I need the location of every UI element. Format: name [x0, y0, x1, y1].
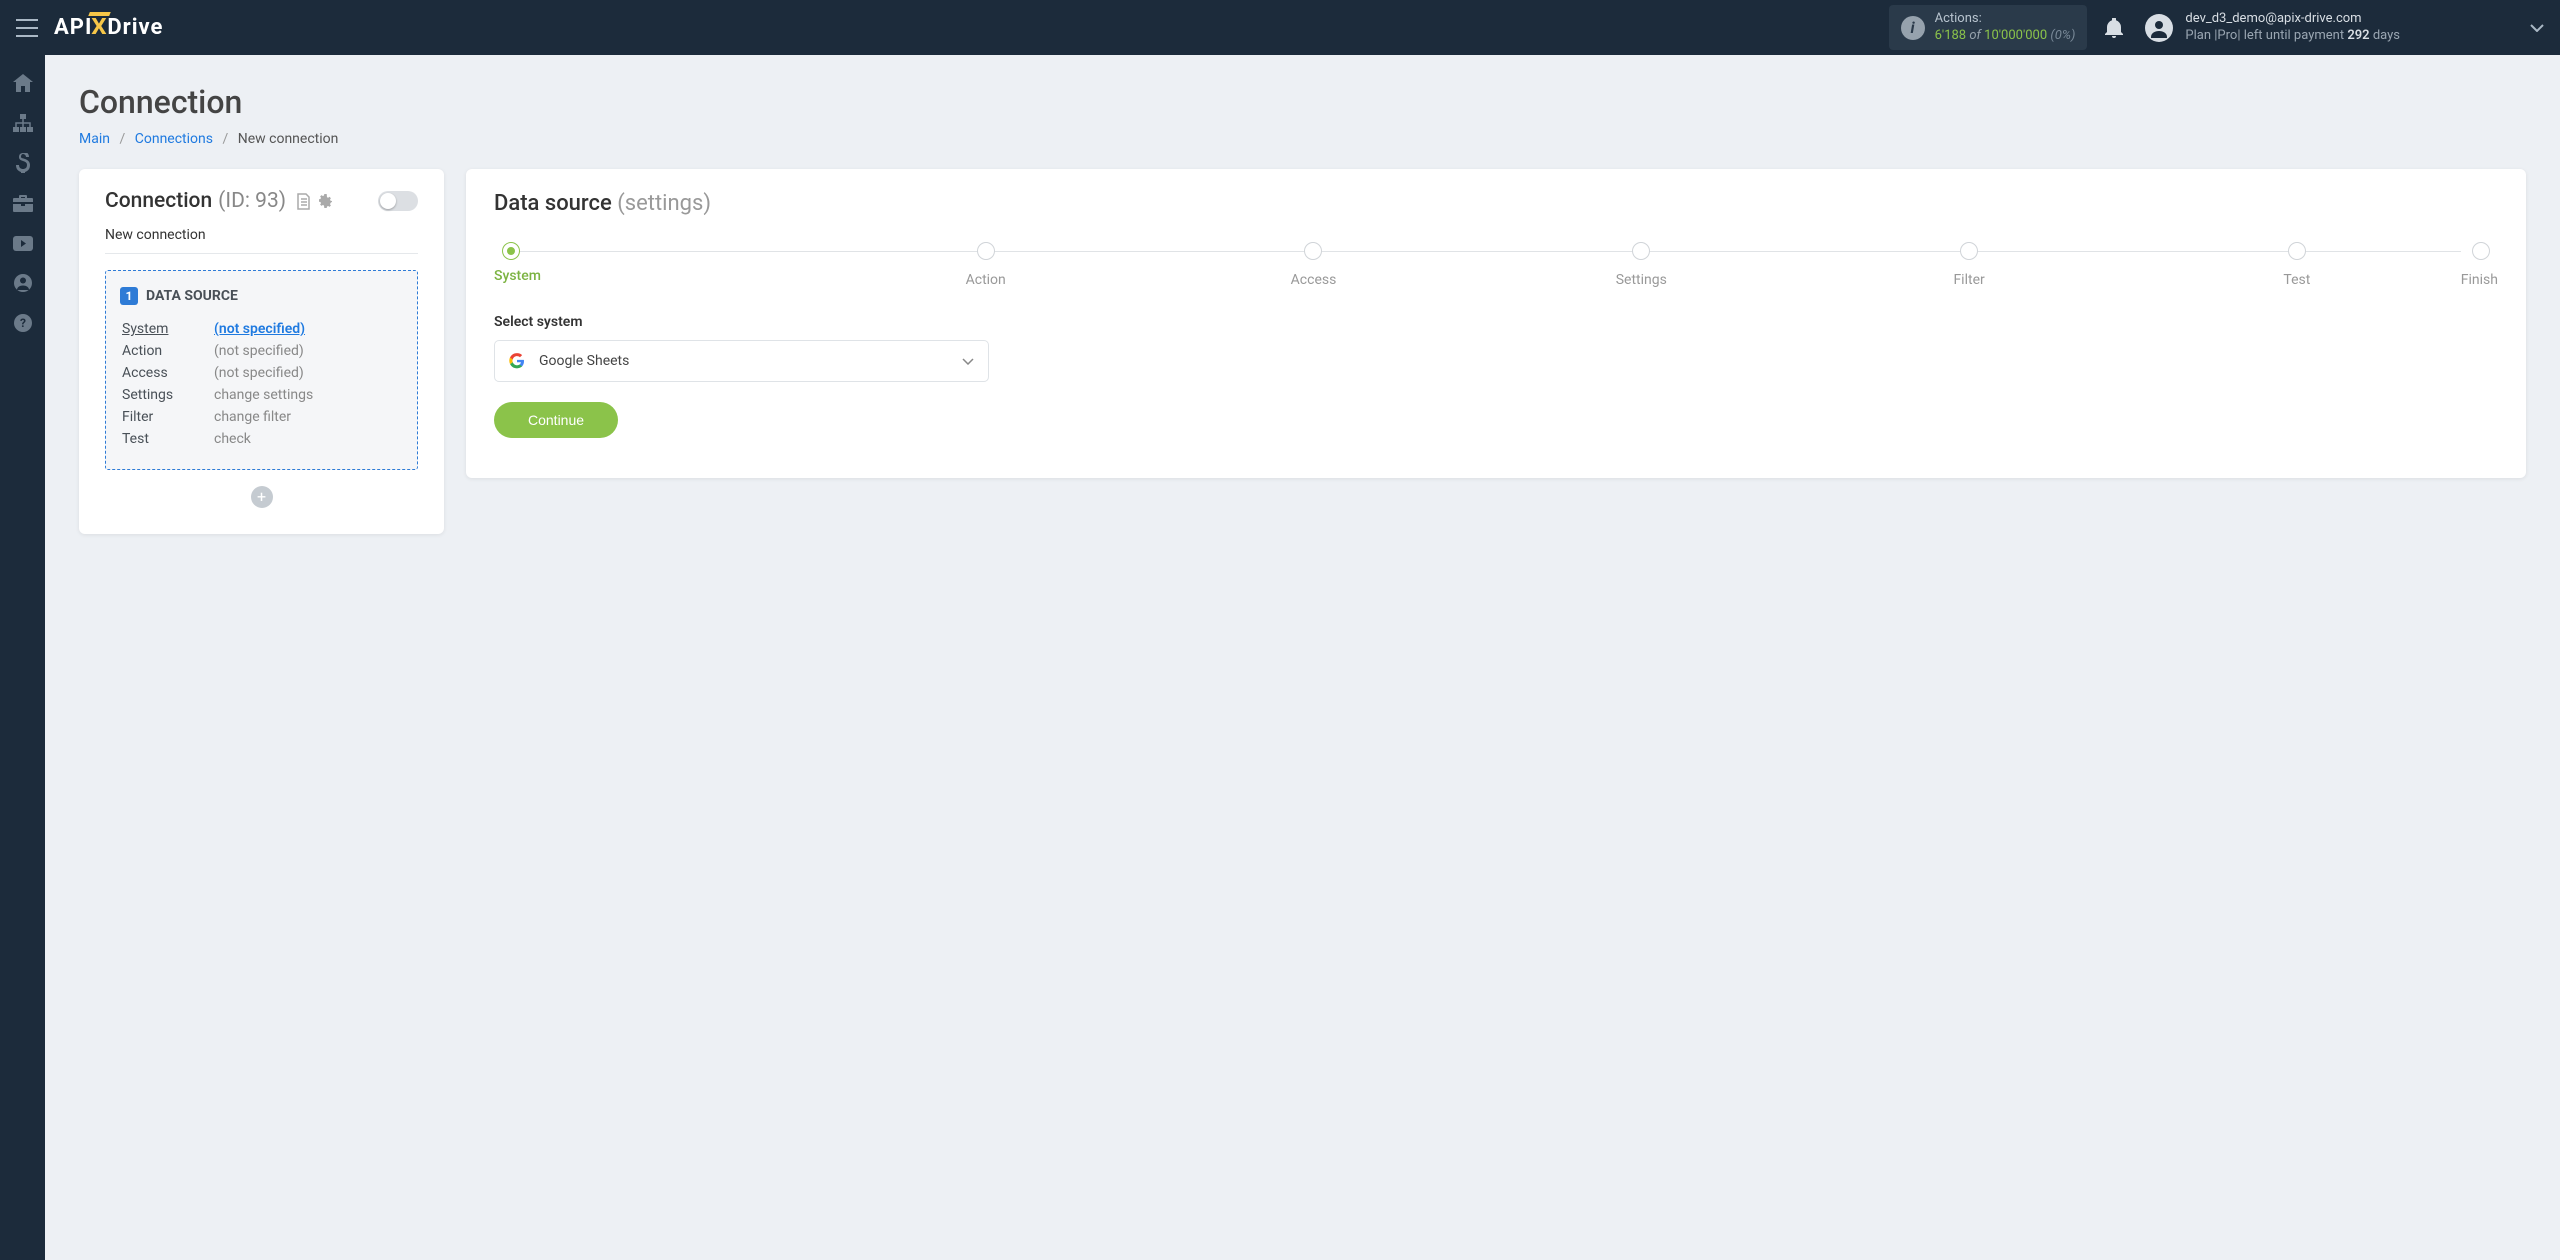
ds-filter-label: Filter [122, 407, 212, 427]
sidebar-connections[interactable] [13, 113, 33, 133]
actions-of: of [1969, 28, 1981, 43]
gear-icon[interactable] [317, 193, 333, 210]
actions-counter[interactable]: i Actions: 6'188 of 10'000'000 (0%) [1889, 5, 2088, 51]
step-settings[interactable]: Settings [1477, 242, 1805, 288]
step-label: Action [822, 272, 1150, 288]
ds-action-value: (not specified) [214, 341, 401, 361]
ds-test-value: check [214, 429, 401, 449]
sidebar-account[interactable] [13, 273, 33, 293]
step-label: Access [1150, 272, 1478, 288]
ds-system-value[interactable]: (not specified) [214, 321, 305, 337]
settings-title: Data source (settings) [494, 191, 2498, 216]
page-title: Connection [79, 83, 2526, 121]
ds-access-label: Access [122, 363, 212, 383]
settings-title-main: Data source [494, 191, 612, 216]
info-icon: i [1901, 16, 1925, 40]
sidebar-help[interactable]: ? [13, 313, 33, 333]
ds-system-label: System [122, 319, 212, 339]
ds-settings-label: Settings [122, 385, 212, 405]
data-source-title: DATA SOURCE [146, 288, 238, 304]
step-system[interactable]: System [494, 242, 822, 284]
actions-percent: (0%) [2050, 28, 2075, 43]
actions-text: Actions: 6'188 of 10'000'000 (0%) [1935, 11, 2076, 45]
user-email: dev_d3_demo@apix-drive.com [2185, 11, 2400, 28]
step-action[interactable]: Action [822, 242, 1150, 288]
breadcrumb-connections[interactable]: Connections [135, 131, 213, 147]
connection-title-text: Connection [105, 189, 212, 213]
select-system-dropdown[interactable]: Google Sheets [494, 340, 989, 382]
sidebar-video[interactable] [13, 233, 33, 253]
chevron-down-icon[interactable] [2530, 24, 2544, 32]
user-info: dev_d3_demo@apix-drive.com Plan |Pro| le… [2185, 11, 2400, 45]
chevron-down-icon [962, 358, 974, 365]
step-label: System [494, 268, 822, 284]
add-destination-button[interactable]: + [251, 486, 273, 508]
step-label: Settings [1477, 272, 1805, 288]
data-source-header: 1 DATA SOURCE [120, 287, 403, 305]
avatar-icon [2145, 14, 2173, 42]
step-filter[interactable]: Filter [1805, 242, 2133, 288]
data-source-box: 1 DATA SOURCE System(not specified) Acti… [105, 270, 418, 470]
select-system-label: Select system [494, 314, 2498, 330]
step-label: Finish [2461, 272, 2498, 288]
step-access[interactable]: Access [1150, 242, 1478, 288]
ds-action-label: Action [122, 341, 212, 361]
step-label: Test [2133, 272, 2461, 288]
breadcrumb-main[interactable]: Main [79, 131, 110, 147]
sidebar-home[interactable] [13, 73, 33, 93]
menu-icon[interactable] [16, 19, 38, 37]
data-source-badge: 1 [120, 287, 138, 305]
connection-name: New connection [105, 227, 418, 254]
actions-label: Actions: [1935, 11, 2076, 28]
ds-filter-value: change filter [214, 407, 401, 427]
connection-id: (ID: 93) [218, 189, 286, 213]
user-menu[interactable]: dev_d3_demo@apix-drive.com Plan |Pro| le… [2145, 11, 2400, 45]
google-icon [509, 353, 525, 369]
svg-text:?: ? [20, 316, 26, 330]
stepper: SystemActionAccessSettingsFilterTestFini… [494, 242, 2498, 288]
select-system-value: Google Sheets [539, 353, 629, 369]
bell-icon[interactable] [2105, 18, 2123, 38]
breadcrumb-current: New connection [238, 131, 339, 147]
sidebar-briefcase[interactable] [13, 193, 33, 213]
data-source-settings-card: Data source (settings) SystemActionAcces… [466, 169, 2526, 478]
logo-text-1: API [54, 15, 92, 40]
ds-test-label: Test [122, 429, 212, 449]
step-test[interactable]: Test [2133, 242, 2461, 288]
connection-card-title: Connection (ID: 93) [105, 189, 418, 213]
connection-summary-card: Connection (ID: 93) New connection 1 DAT… [79, 169, 444, 534]
document-icon[interactable] [296, 193, 311, 210]
app-header: APIXDrive i Actions: 6'188 of 10'000'000… [0, 0, 2560, 55]
sidebar-billing[interactable] [13, 153, 33, 173]
step-finish[interactable]: Finish [2461, 242, 2498, 288]
plan-days: 292 [2347, 28, 2369, 43]
plan-suffix: days [2370, 28, 2400, 43]
sidebar: ? [0, 55, 45, 1260]
connection-toggle[interactable] [378, 191, 418, 211]
ds-settings-value: change settings [214, 385, 401, 405]
app-logo[interactable]: APIXDrive [54, 15, 163, 40]
main-content: Connection Main / Connections / New conn… [45, 55, 2560, 562]
ds-access-value: (not specified) [214, 363, 401, 383]
breadcrumb: Main / Connections / New connection [79, 131, 2526, 147]
actions-total: 10'000'000 [1984, 28, 2047, 43]
logo-text-2: Drive [107, 15, 163, 40]
actions-count: 6'188 [1935, 28, 1967, 43]
logo-x-icon: X [92, 15, 108, 40]
plan-prefix: Plan |Pro| left until payment [2185, 28, 2347, 43]
continue-button[interactable]: Continue [494, 402, 618, 438]
settings-title-sub: (settings) [617, 191, 711, 216]
step-label: Filter [1805, 272, 2133, 288]
